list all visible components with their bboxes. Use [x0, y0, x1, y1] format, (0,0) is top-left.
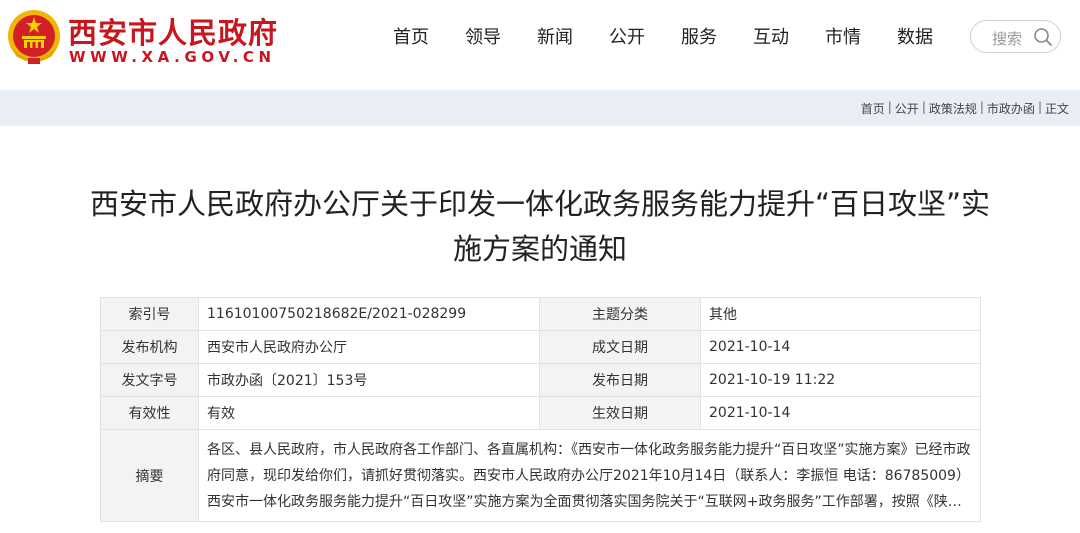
search-input[interactable]: 搜索: [970, 20, 1061, 53]
search-placeholder: 搜索: [992, 30, 1023, 48]
abstract-label: 摘要: [100, 429, 199, 522]
abstract-cell: 各区、县人民政府，市人民政府各工作部门、各直属机构：《西安市一体化政务服务能力提…: [198, 429, 981, 522]
validity-value: 有效: [198, 396, 540, 430]
issuer-label: 发布机构: [100, 330, 199, 364]
document-meta-table: 索引号 11610100750218682E/2021-028299 主题分类 …: [100, 297, 981, 522]
breadcrumb-category[interactable]: 市政办函: [987, 100, 1035, 117]
article-content: 西安市人民政府办公厅关于印发一体化政务服务能力提升“百日攻坚”实施方案的通知 索…: [0, 126, 1080, 533]
nav-item-interaction[interactable]: 互动: [735, 24, 807, 52]
nav-item-city-info[interactable]: 市情: [807, 24, 879, 52]
table-row: 索引号 11610100750218682E/2021-028299 主题分类 …: [100, 297, 981, 331]
topic-value: 其他: [700, 297, 981, 331]
breadcrumb: 首页 | 公开 | 政策法规 | 市政办函 | 正文: [861, 100, 1069, 117]
breadcrumb-separator: |: [921, 100, 926, 114]
article-title: 西安市人民政府办公厅关于印发一体化政务服务能力提升“百日攻坚”实施方案的通知: [89, 187, 991, 266]
breadcrumb-home[interactable]: 首页: [861, 100, 885, 117]
table-row: 有效性 有效 生效日期 2021-10-14: [100, 396, 981, 430]
nav-item-services[interactable]: 服务: [663, 24, 735, 52]
validity-label: 有效性: [100, 396, 199, 430]
index-label: 索引号: [100, 297, 199, 331]
doc-number-value: 市政办函〔2021〕153号: [198, 363, 540, 397]
nav-item-home[interactable]: 首页: [375, 24, 447, 52]
breadcrumb-current: 正文: [1044, 102, 1069, 116]
written-date-label: 成文日期: [539, 330, 701, 364]
publish-date-label: 发布日期: [539, 363, 701, 397]
abstract-text: 各区、县人民政府，市人民政府各工作部门、各直属机构：《西安市一体化政务服务能力提…: [207, 441, 971, 510]
written-date-value: 2021-10-14: [700, 330, 981, 364]
breadcrumb-separator: |: [979, 100, 984, 114]
search-icon[interactable]: [1033, 27, 1053, 47]
topic-label: 主题分类: [539, 297, 701, 331]
nav-item-public[interactable]: 公开: [591, 24, 663, 52]
breadcrumb-separator: |: [1037, 100, 1042, 114]
effective-date-label: 生效日期: [539, 396, 701, 430]
table-row: 发文字号 市政办函〔2021〕153号 发布日期 2021-10-19 11:2…: [100, 363, 981, 397]
publish-date-value: 2021-10-19 11:22: [700, 363, 981, 397]
doc-number-label: 发文字号: [100, 363, 199, 397]
breadcrumb-bar: 首页 | 公开 | 政策法规 | 市政办函 | 正文: [0, 90, 1080, 126]
nav-item-leaders[interactable]: 领导: [447, 24, 519, 52]
breadcrumb-public[interactable]: 公开: [895, 100, 919, 117]
table-row: 发布机构 西安市人民政府办公厅 成文日期 2021-10-14: [100, 330, 981, 364]
main-nav: 首页 领导 新闻 公开 服务 互动 市情 数据: [375, 24, 951, 52]
nav-item-data[interactable]: 数据: [879, 24, 951, 52]
index-value: 11610100750218682E/2021-028299: [198, 297, 540, 331]
effective-date-value: 2021-10-14: [700, 396, 981, 430]
table-row: 摘要 各区、县人民政府，市人民政府各工作部门、各直属机构：《西安市一体化政务服务…: [100, 429, 981, 522]
issuer-value: 西安市人民政府办公厅: [198, 330, 540, 364]
site-header: 西安市人民政府 WWW.XA.GOV.CN 首页 领导 新闻 公开 服务 互动 …: [0, 0, 1080, 90]
breadcrumb-separator: |: [887, 100, 892, 114]
nav-item-news[interactable]: 新闻: [519, 24, 591, 52]
site-title[interactable]: 西安市人民政府: [68, 10, 278, 52]
site-domain: WWW.XA.GOV.CN: [69, 48, 276, 66]
national-emblem-icon[interactable]: [6, 8, 62, 66]
breadcrumb-policy[interactable]: 政策法规: [929, 100, 977, 117]
